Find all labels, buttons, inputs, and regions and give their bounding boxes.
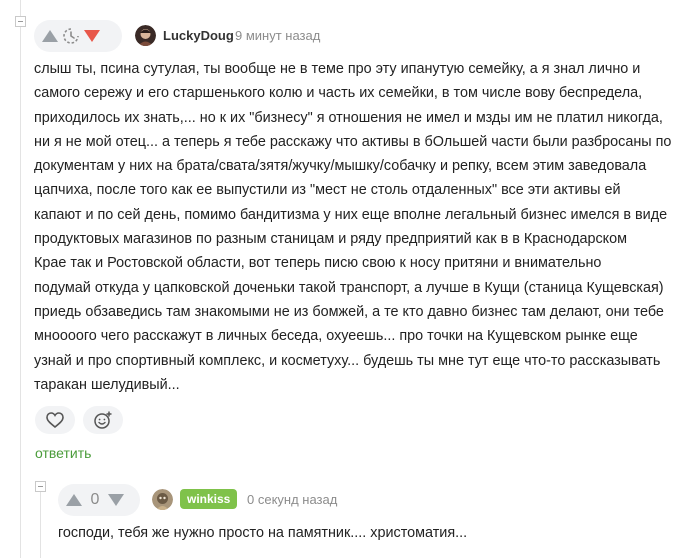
pending-score-icon	[58, 26, 84, 46]
avatar[interactable]	[135, 25, 156, 46]
comment-line: мноооого чего расскажут в личных беседа,…	[34, 328, 638, 345]
comment-line: приедь обзаведись там знакомыми не из бо…	[34, 303, 664, 320]
comment-time[interactable]: 0 секунд назад	[247, 492, 337, 507]
comment-text: господи, тебя же нужно просто на памятни…	[58, 521, 467, 545]
smiley-plus-icon	[94, 411, 112, 429]
collapse-thread-button[interactable]	[15, 16, 26, 27]
comment-time[interactable]: 9 минут назад	[235, 28, 320, 43]
add-reaction-button[interactable]	[83, 406, 123, 434]
comment-line: цапчиха, после того как ее выпустили из …	[34, 182, 621, 199]
comment-line: подумай откуда у цапковской доченьки так…	[34, 279, 664, 296]
comment-line: Крае так и Ростовской области, вот тепер…	[34, 255, 602, 272]
comment-text: слыш ты, псина сутулая, ты вообще не в т…	[34, 57, 671, 397]
downvote-button[interactable]	[108, 494, 124, 506]
downvote-button[interactable]	[84, 30, 100, 42]
comment-score: 0	[90, 491, 100, 508]
upvote-button[interactable]	[66, 494, 82, 506]
thread-line	[40, 490, 41, 558]
vote-box: 0	[58, 484, 140, 516]
avatar[interactable]	[152, 489, 173, 510]
collapse-thread-button[interactable]	[35, 481, 46, 492]
vote-box	[34, 20, 122, 52]
comment-line: господи, тебя же нужно просто на памятни…	[58, 525, 468, 541]
comment-line: продуктовых магазинов по разным станицам…	[34, 231, 628, 248]
comment-line: капают и по сей день, помимо бандитизма …	[34, 206, 668, 223]
author-badge[interactable]: winkiss	[180, 489, 238, 509]
upvote-button[interactable]	[42, 30, 58, 42]
heart-icon	[46, 412, 64, 428]
comment-line: ни я не мой отец... а теперь я тебе расс…	[34, 133, 672, 150]
username[interactable]: LuckyDoug	[163, 28, 234, 43]
comment-line: узнай и про спортивный комплекс, и косме…	[34, 352, 661, 369]
comment-line: слыш ты, псина сутулая, ты вообще не в т…	[34, 61, 641, 77]
comment-line: таракан шелудивый...	[34, 376, 180, 393]
reply-link[interactable]: ответить	[35, 445, 91, 461]
comment-line: документам у них на брата/свата/зятя/жуч…	[34, 158, 647, 175]
comment-line: самого сережу и его старшенького колю и …	[34, 85, 643, 102]
save-comment-button[interactable]	[35, 406, 75, 434]
thread-line	[20, 0, 21, 558]
comment-line: приходилось их знать,... но к их "бизнес…	[34, 109, 663, 126]
